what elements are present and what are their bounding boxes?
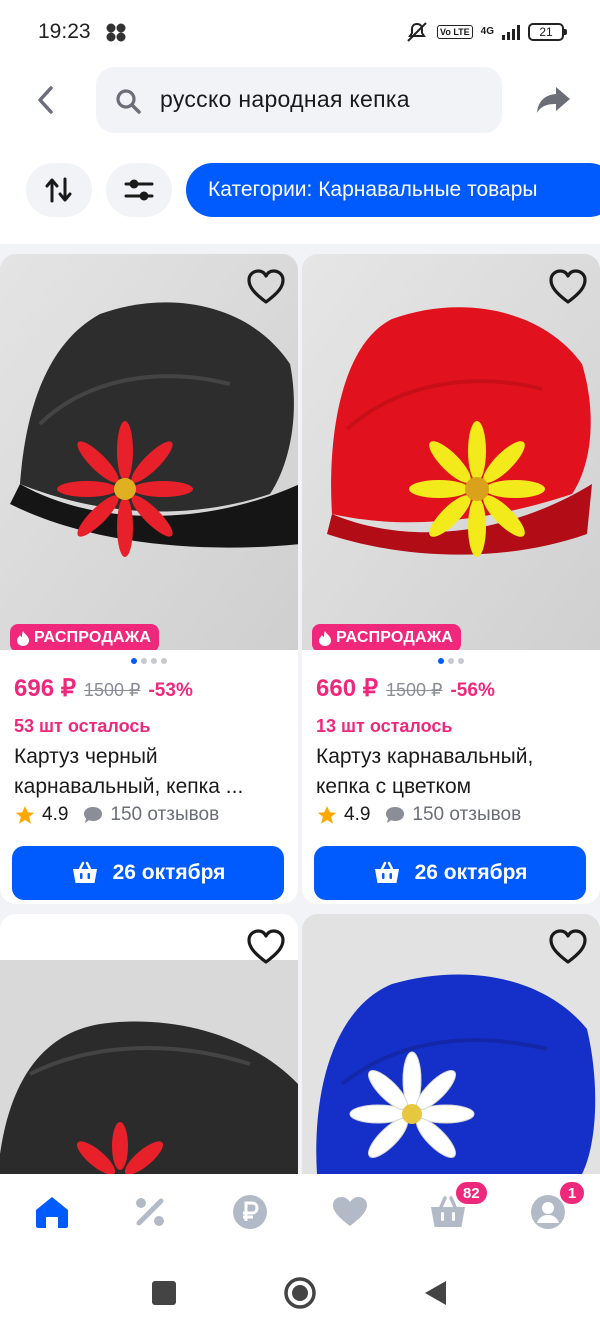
image-pager — [302, 658, 600, 664]
product-card[interactable] — [0, 914, 298, 1174]
old-price: 1500 ₽ — [83, 680, 141, 700]
product-card[interactable]: РАСПРОДАЖА 660 ₽ 1500 ₽ -56% 13 шт остал… — [302, 254, 600, 904]
heart-icon — [333, 1197, 367, 1226]
bottom-navigation: 82 1 — [0, 1174, 600, 1254]
reviews-count: 150 отзывов — [412, 804, 522, 825]
network-type: 4G — [480, 26, 494, 37]
back-system-button[interactable] — [418, 1276, 452, 1310]
old-price: 1500 ₽ — [385, 680, 443, 700]
star-icon — [317, 805, 337, 824]
comment-icon — [84, 807, 103, 823]
delivery-date: 26 октября — [112, 861, 226, 884]
stock-left: 53 шт осталось — [14, 716, 151, 736]
reviews-count: 150 отзывов — [110, 804, 220, 825]
delivery-cart-button[interactable]: 26 октября — [12, 846, 284, 900]
chevron-left-icon — [38, 86, 53, 114]
square-icon — [152, 1281, 176, 1305]
volte-indicator: Vo LTE — [436, 25, 473, 39]
battery-icon: 21 — [528, 23, 567, 41]
category-filter-chip[interactable]: Категории: Карнавальные товары — [186, 163, 600, 217]
cart-badge: 82 — [454, 1180, 489, 1206]
status-icons: Vo LTE 4G 21 — [405, 20, 567, 44]
nav-home[interactable] — [32, 1192, 72, 1232]
ruble-icon — [233, 1195, 267, 1229]
discount: -56% — [450, 680, 495, 701]
delivery-date: 26 октября — [414, 861, 528, 884]
recents-button[interactable] — [147, 1276, 181, 1310]
stock-left: 13 шт осталось — [316, 716, 453, 736]
product-image[interactable] — [0, 914, 298, 1174]
rating-value: 4.9 — [344, 804, 371, 825]
sort-button[interactable] — [26, 163, 92, 217]
signal-icon — [502, 24, 520, 40]
status-time: 19:23 — [38, 20, 91, 43]
product-photo — [0, 254, 298, 650]
nav-discounts[interactable] — [130, 1192, 170, 1232]
fire-icon — [319, 631, 331, 646]
basket-icon — [72, 861, 97, 883]
sale-badge: РАСПРОДАЖА — [312, 624, 462, 650]
screen: 19:23 Vo LTE 4G 21 русско народная кепка… — [0, 0, 600, 1332]
nav-finance[interactable] — [230, 1192, 270, 1232]
product-card[interactable] — [302, 914, 600, 1174]
product-photo — [302, 254, 600, 650]
fire-icon — [17, 631, 29, 646]
search-icon — [116, 89, 141, 114]
star-icon — [15, 805, 35, 824]
favorite-heart-icon[interactable] — [246, 928, 286, 966]
rating-row: 4.9 150 отзывов — [316, 804, 521, 826]
discount: -53% — [148, 680, 193, 701]
home-system-button[interactable] — [283, 1276, 317, 1310]
product-image[interactable]: РАСПРОДАЖА — [302, 254, 600, 650]
circle-icon — [284, 1277, 316, 1309]
rating-value: 4.9 — [42, 804, 69, 825]
comment-icon — [386, 807, 405, 823]
sliders-icon — [124, 179, 154, 201]
notification-dots-icon — [106, 23, 126, 42]
sale-badge: РАСПРОДАЖА — [10, 624, 160, 650]
sort-arrows-icon — [45, 177, 72, 203]
rating-row: 4.9 150 отзывов — [14, 804, 219, 826]
price: 696 ₽ — [14, 675, 76, 702]
price-row: 660 ₽ 1500 ₽ -56% — [316, 674, 495, 703]
product-title[interactable]: Картуз карнавальный, кепка с цветком — [316, 742, 588, 802]
profile-badge: 1 — [558, 1180, 586, 1206]
product-image[interactable]: РАСПРОДАЖА — [0, 254, 298, 650]
percent-icon — [136, 1198, 164, 1226]
product-card[interactable]: РАСПРОДАЖА 696 ₽ 1500 ₽ -53% 53 шт остал… — [0, 254, 298, 904]
back-button[interactable] — [28, 80, 64, 120]
silent-icon — [407, 22, 427, 42]
delivery-cart-button[interactable]: 26 октября — [314, 846, 586, 900]
basket-icon — [374, 861, 399, 883]
filter-button[interactable] — [106, 163, 172, 217]
search-input[interactable]: русско народная кепка — [96, 67, 502, 133]
nav-favorites[interactable] — [330, 1192, 370, 1232]
sale-label: РАСПРОДАЖА — [34, 629, 152, 646]
product-image[interactable] — [302, 914, 600, 1174]
search-query: русско народная кепка — [160, 86, 410, 112]
price: 660 ₽ — [316, 675, 378, 702]
share-arrow-icon — [537, 87, 570, 113]
sale-label: РАСПРОДАЖА — [336, 629, 454, 646]
favorite-heart-icon[interactable] — [548, 268, 588, 306]
system-navigation — [0, 1254, 600, 1332]
triangle-back-icon — [425, 1281, 446, 1305]
home-icon — [36, 1197, 68, 1228]
favorite-heart-icon[interactable] — [548, 928, 588, 966]
product-title[interactable]: Картуз черный карнавальный, кепка ... — [14, 742, 286, 802]
price-row: 696 ₽ 1500 ₽ -53% — [14, 674, 193, 703]
status-bar: 19:23 Vo LTE 4G 21 — [0, 0, 600, 64]
favorite-heart-icon[interactable] — [246, 268, 286, 306]
image-pager — [0, 658, 298, 664]
product-feed[interactable]: РАСПРОДАЖА 696 ₽ 1500 ₽ -53% 53 шт остал… — [0, 244, 600, 1174]
share-button[interactable] — [534, 80, 574, 120]
